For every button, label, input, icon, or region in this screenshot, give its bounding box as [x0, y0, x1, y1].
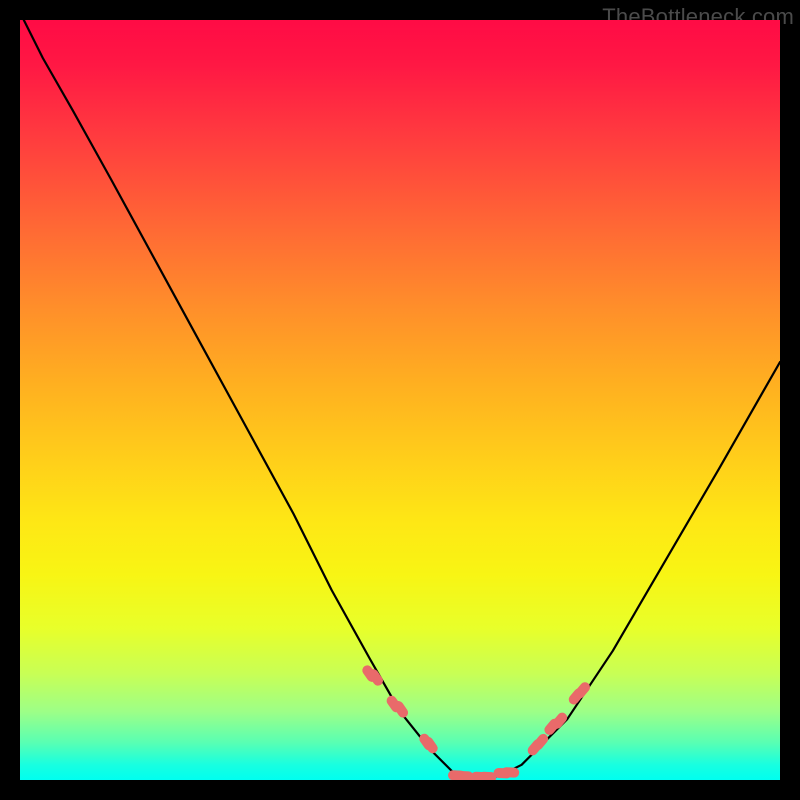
bottleneck-curve — [24, 20, 780, 780]
chart-svg — [20, 20, 780, 780]
plot-area — [20, 20, 780, 780]
valley-marker — [501, 767, 519, 778]
chart-stage: TheBottleneck.com — [0, 0, 800, 800]
